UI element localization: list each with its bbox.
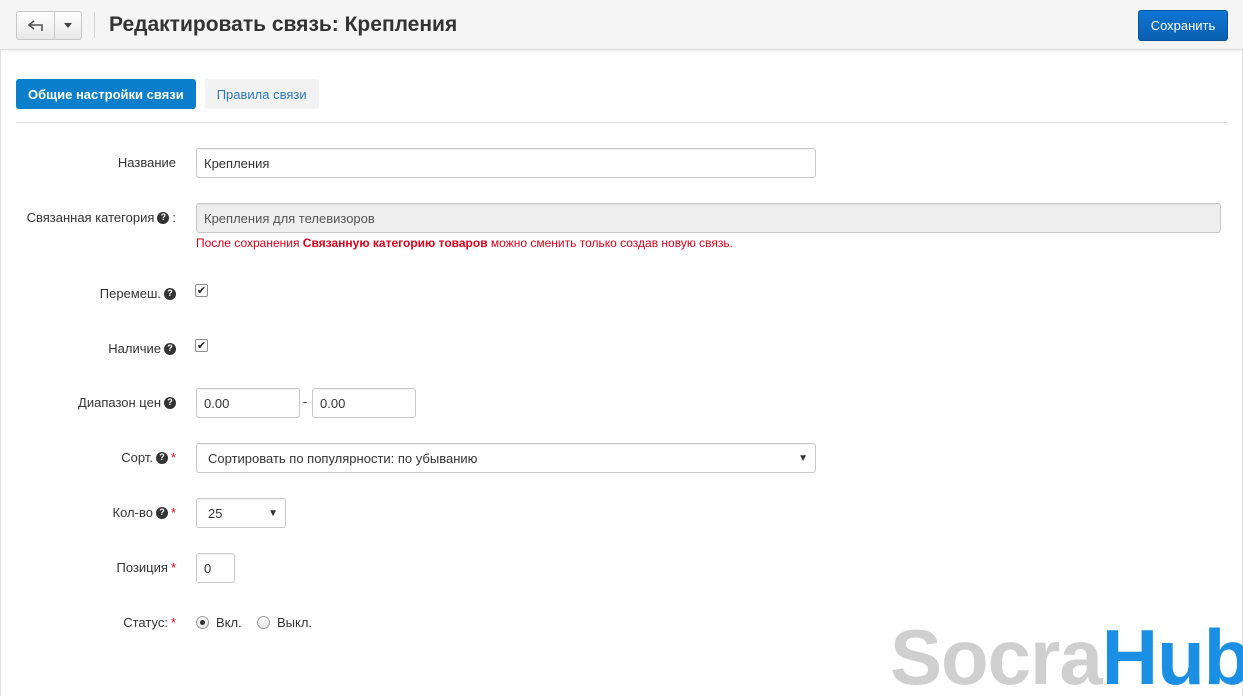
category-warning-note: После сохранения Связанную категорию тов… [196, 236, 734, 250]
row-shuffle: Перемеш. ? ✔ [0, 283, 1243, 303]
sort-label: Сорт. ? * [121, 450, 176, 465]
caret-down-icon [64, 23, 72, 28]
status-off-radio[interactable] [257, 616, 270, 629]
category-input: Крепления для телевизоров [196, 203, 1221, 233]
page-header: Редактировать связь: Крепления Сохранить [0, 0, 1243, 50]
back-arrow-icon [27, 19, 43, 31]
radio-dot [200, 620, 205, 625]
back-dropdown-button[interactable] [55, 12, 81, 39]
tab-link-rules[interactable]: Правила связи [204, 79, 319, 109]
help-icon[interactable]: ? [164, 396, 176, 409]
tabs-divider [16, 122, 1227, 123]
price-range-label: Диапазон цен ? [78, 395, 176, 410]
help-icon[interactable]: ? [164, 342, 176, 355]
socrahub-watermark: SocraHub [890, 613, 1243, 696]
price-to-input[interactable]: 0.00 [312, 388, 416, 418]
help-icon[interactable]: ? [157, 211, 170, 224]
row-availability: Наличие ? ✔ [0, 339, 1243, 359]
row-category: Связанная категория ?: Крепления для тел… [0, 203, 1243, 253]
status-on-label[interactable]: Вкл. [216, 615, 242, 630]
sort-select[interactable]: Сортировать по популярности: по убыванию… [196, 443, 816, 473]
name-label: Название [117, 155, 176, 170]
check-mark-icon: ✔ [196, 285, 207, 297]
price-from-input[interactable]: 0.00 [196, 388, 300, 418]
category-label: Связанная категория ?: [26, 210, 176, 225]
status-off-label[interactable]: Выкл. [277, 615, 312, 630]
help-icon[interactable]: ? [164, 287, 176, 300]
caret-down-icon: ▼ [798, 452, 808, 464]
availability-checkbox[interactable]: ✔ [195, 339, 208, 352]
save-button[interactable]: Сохранить [1138, 10, 1228, 41]
position-input[interactable]: 0 [196, 553, 235, 583]
status-label: Статус: * [123, 615, 176, 630]
row-count: Кол-во ? * 25 ▼ [0, 498, 1243, 528]
row-name: Название Крепления [0, 148, 1243, 178]
row-price-range: Диапазон цен ? 0.00 - 0.00 [0, 388, 1243, 418]
shuffle-checkbox[interactable]: ✔ [195, 284, 208, 297]
count-select[interactable]: 25 ▼ [196, 498, 286, 528]
check-mark-icon: ✔ [196, 340, 207, 352]
status-on-radio[interactable] [196, 616, 209, 629]
caret-down-icon: ▼ [268, 507, 278, 519]
count-label: Кол-во ? * [112, 505, 176, 520]
position-label: Позиция * [116, 560, 176, 575]
page-title: Редактировать связь: Крепления [109, 13, 458, 36]
row-sort: Сорт. ? * Сортировать по популярности: п… [0, 443, 1243, 473]
shuffle-label: Перемеш. ? [100, 286, 176, 301]
tab-bar: Общие настройки связи Правила связи [16, 79, 319, 109]
price-range-separator: - [303, 394, 308, 409]
tab-general-settings[interactable]: Общие настройки связи [16, 79, 196, 109]
help-icon[interactable]: ? [155, 451, 168, 464]
row-position: Позиция * 0 [0, 553, 1243, 583]
availability-label: Наличие ? [108, 341, 176, 356]
header-divider [94, 12, 95, 38]
help-icon[interactable]: ? [155, 506, 168, 519]
back-button[interactable] [17, 12, 55, 39]
name-input[interactable]: Крепления [196, 148, 816, 178]
back-button-group [16, 11, 82, 40]
